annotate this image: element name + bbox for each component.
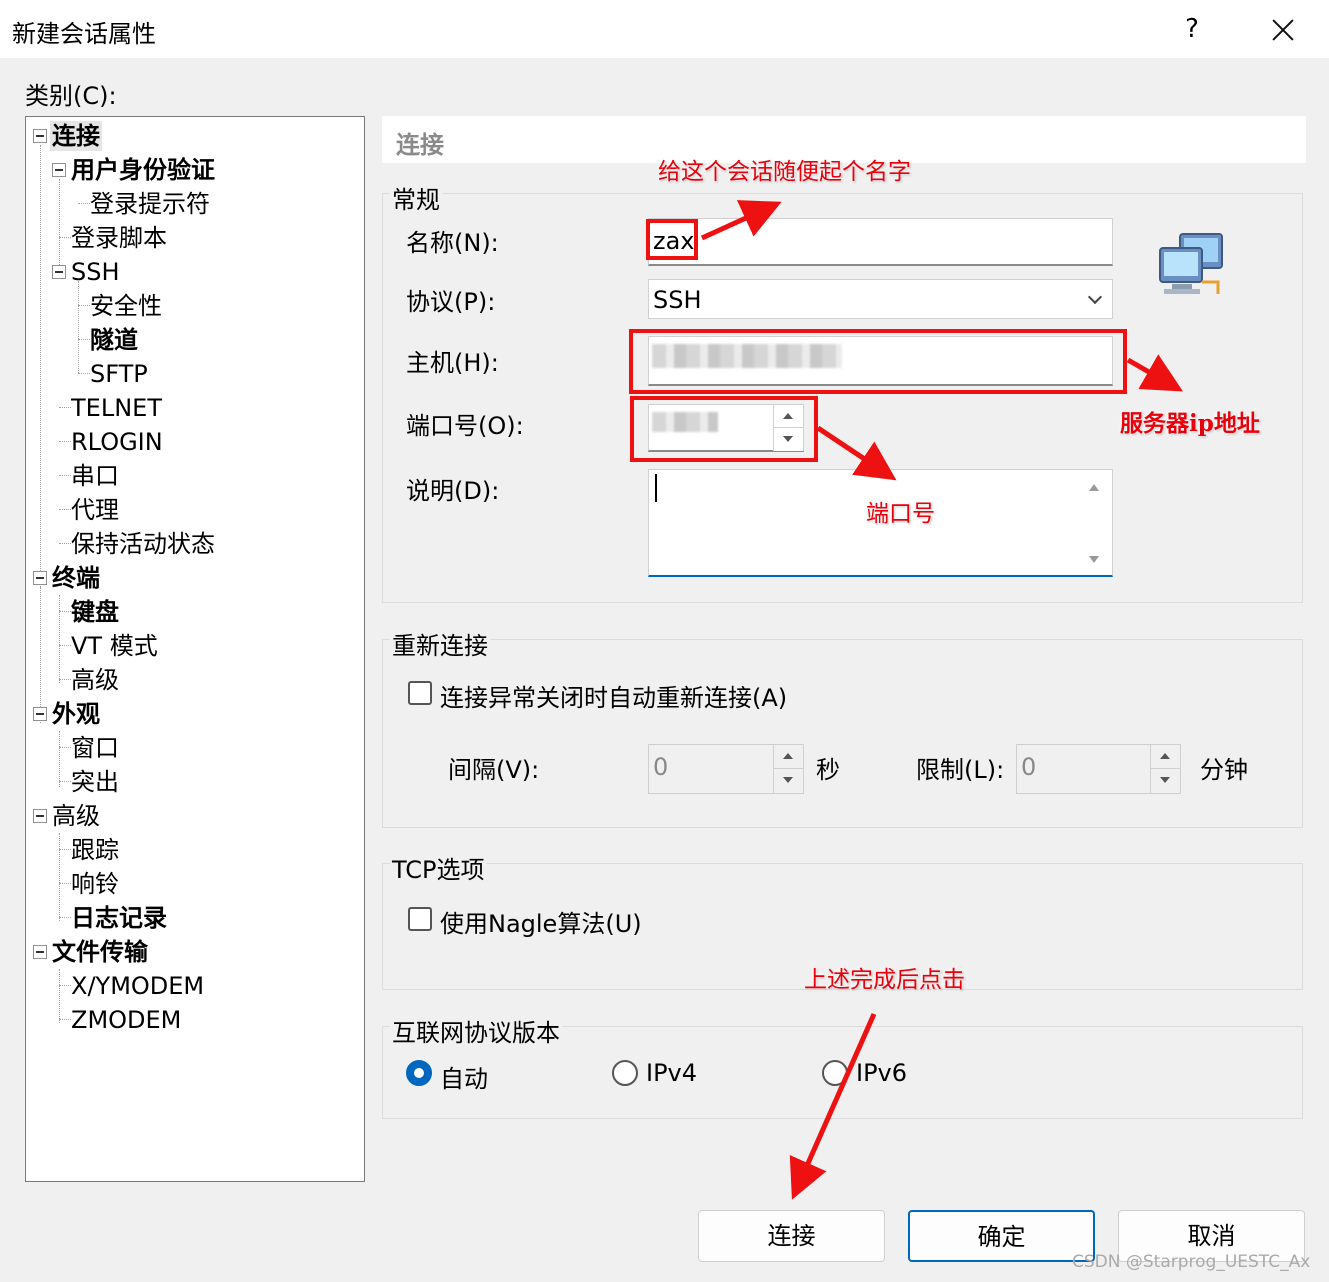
host-hint-annotation: 服务器ip地址 [1120, 410, 1260, 437]
click-hint-annotation: 上述完成后点击 [804, 967, 965, 993]
host-arrow [1126, 354, 1184, 392]
port-hint-annotation: 端口号 [866, 501, 935, 527]
port-arrow [816, 425, 897, 481]
connect-arrow [789, 1012, 877, 1200]
watermark: CSDN @Starprog_UESTC_Ax [1072, 1252, 1311, 1272]
name-arrow [700, 200, 782, 241]
name-hint-annotation: 给这个会话随便起个名字 [658, 159, 911, 185]
annotation-arrows [700, 200, 1184, 1200]
